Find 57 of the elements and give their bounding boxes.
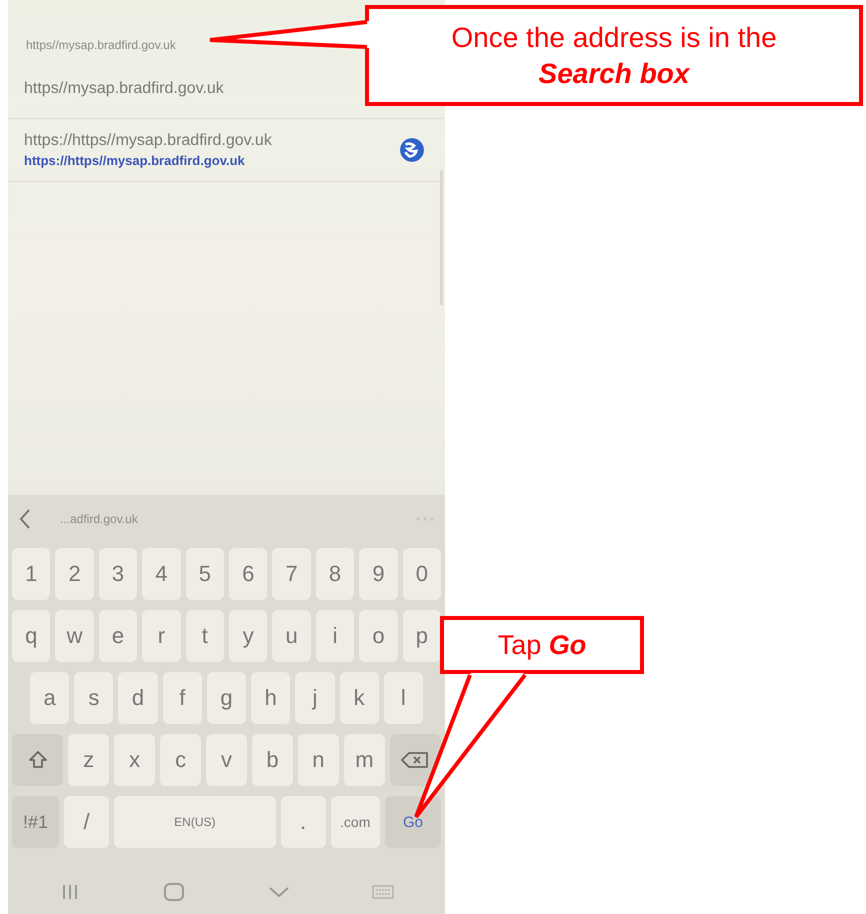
key[interactable]: 8 [316,548,354,600]
callout-text: Tap Go [498,629,586,662]
key[interactable]: b [252,734,293,786]
key[interactable]: q [12,610,50,662]
key[interactable]: z [68,734,110,786]
key[interactable]: g [206,672,246,724]
callout-text: Once the address is in the Search box [451,20,777,90]
address-field[interactable]: https//mysap.bradfird.gov.uk [26,38,176,52]
key[interactable]: 6 [229,548,268,600]
key[interactable]: 0 [402,548,442,600]
chevron-down-icon[interactable] [268,885,290,899]
back-icon[interactable] [18,508,32,530]
key[interactable]: v [206,734,247,786]
prediction-text[interactable]: ...adfird.gov.uk [60,512,387,526]
key[interactable]: f [162,672,202,724]
key[interactable]: s [74,672,114,724]
shift-key[interactable] [12,734,64,786]
backspace-icon [400,751,430,769]
key[interactable]: y [229,610,268,662]
key[interactable]: k [340,672,379,724]
key[interactable]: r [142,610,181,662]
key[interactable]: 1 [12,548,50,600]
key[interactable]: u [272,610,311,662]
key[interactable]: h [251,672,290,724]
suggestion-title[interactable]: https://https//mysap.bradfird.gov.uk [24,132,272,150]
domain-key[interactable]: .com [330,796,380,848]
key[interactable]: n [298,734,339,786]
key[interactable]: j [295,672,335,724]
key[interactable]: / [64,796,110,848]
shift-icon [28,750,48,770]
key[interactable]: 7 [272,548,311,600]
key[interactable]: p [402,610,442,662]
suggestion-item[interactable]: https//mysap.bradfird.gov.uk [24,80,224,98]
key[interactable]: m [344,734,385,786]
keyboard-icon[interactable] [372,885,394,899]
key[interactable]: e [98,610,138,662]
key[interactable]: 9 [359,548,398,600]
key[interactable]: a [30,672,70,724]
symbols-key[interactable]: !#1 [12,796,60,848]
key[interactable]: l [384,672,423,724]
key[interactable]: t [186,610,224,662]
key[interactable]: d [118,672,158,724]
key[interactable]: 4 [142,548,181,600]
home-icon[interactable] [163,882,186,902]
key[interactable]: w [55,610,94,662]
key[interactable]: o [359,610,398,662]
key[interactable]: . [280,796,326,848]
key[interactable]: c [160,734,202,786]
go-key[interactable]: Go [384,796,441,848]
suggestion-url[interactable]: https://https//mysap.bradfird.gov.uk [24,153,272,168]
space-key[interactable]: EN(US) [114,796,276,848]
key[interactable]: 5 [186,548,224,600]
key[interactable]: 3 [98,548,138,600]
key[interactable]: 2 [55,548,94,600]
globe-icon [399,137,425,163]
key[interactable]: i [316,610,354,662]
key[interactable]: x [114,734,156,786]
